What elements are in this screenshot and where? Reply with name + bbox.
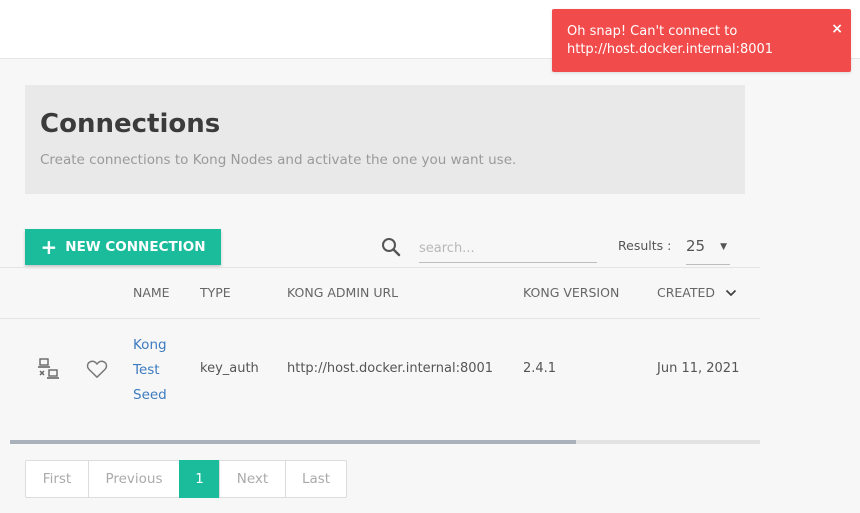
disconnected-computer-icon[interactable] — [37, 358, 61, 380]
page-header: Connections Create connections to Kong N… — [25, 85, 745, 194]
column-header-created[interactable]: CREATED — [657, 285, 737, 300]
table-header: NAME TYPE KONG ADMIN URL KONG VERSION CR… — [0, 268, 760, 319]
plus-icon: + — [40, 235, 58, 259]
page-title: Connections — [40, 109, 221, 139]
first-page-button[interactable]: First — [25, 460, 89, 498]
close-icon[interactable]: × — [831, 21, 843, 37]
column-header-created-label: CREATED — [657, 285, 716, 300]
connections-table: NAME TYPE KONG ADMIN URL KONG VERSION CR… — [0, 267, 760, 439]
results-value: 25 — [686, 237, 706, 255]
previous-page-button[interactable]: Previous — [88, 460, 180, 498]
horizontal-scrollbar[interactable] — [10, 440, 760, 444]
column-header-version[interactable]: KONG VERSION — [523, 285, 619, 300]
column-header-type[interactable]: TYPE — [200, 285, 231, 300]
error-toast: Oh snap! Can't connect to http://host.do… — [552, 9, 851, 72]
chevron-down-icon — [725, 289, 737, 297]
new-connection-button[interactable]: + NEW CONNECTION — [25, 229, 221, 265]
connection-created: Jun 11, 2021 — [657, 361, 740, 376]
scrollbar-thumb[interactable] — [10, 440, 576, 444]
new-connection-label: NEW CONNECTION — [65, 239, 206, 255]
search-input[interactable] — [419, 234, 597, 263]
connection-name-link[interactable]: Kong Test Seed — [133, 333, 183, 408]
results-label: Results : — [618, 238, 672, 253]
connection-url: http://host.docker.internal:8001 — [287, 361, 494, 376]
toast-message: Oh snap! Can't connect to http://host.do… — [567, 24, 774, 57]
page-1-button[interactable]: 1 — [179, 460, 220, 498]
page-subtitle: Create connections to Kong Nodes and act… — [40, 152, 517, 168]
column-header-name[interactable]: NAME — [133, 285, 170, 300]
connection-type: key_auth — [200, 361, 259, 376]
search-icon — [382, 238, 401, 257]
table-row: Kong Test Seed key_auth http://host.dock… — [0, 319, 760, 439]
last-page-button[interactable]: Last — [285, 460, 347, 498]
column-header-url[interactable]: KONG ADMIN URL — [287, 285, 398, 300]
heart-outline-icon[interactable] — [86, 359, 108, 379]
next-page-button[interactable]: Next — [219, 460, 286, 498]
connection-version: 2.4.1 — [523, 361, 557, 376]
pagination: First Previous 1 Next Last — [25, 460, 347, 498]
caret-down-icon: ▼ — [720, 242, 727, 252]
results-per-page-select[interactable]: 25 ▼ — [686, 232, 730, 265]
